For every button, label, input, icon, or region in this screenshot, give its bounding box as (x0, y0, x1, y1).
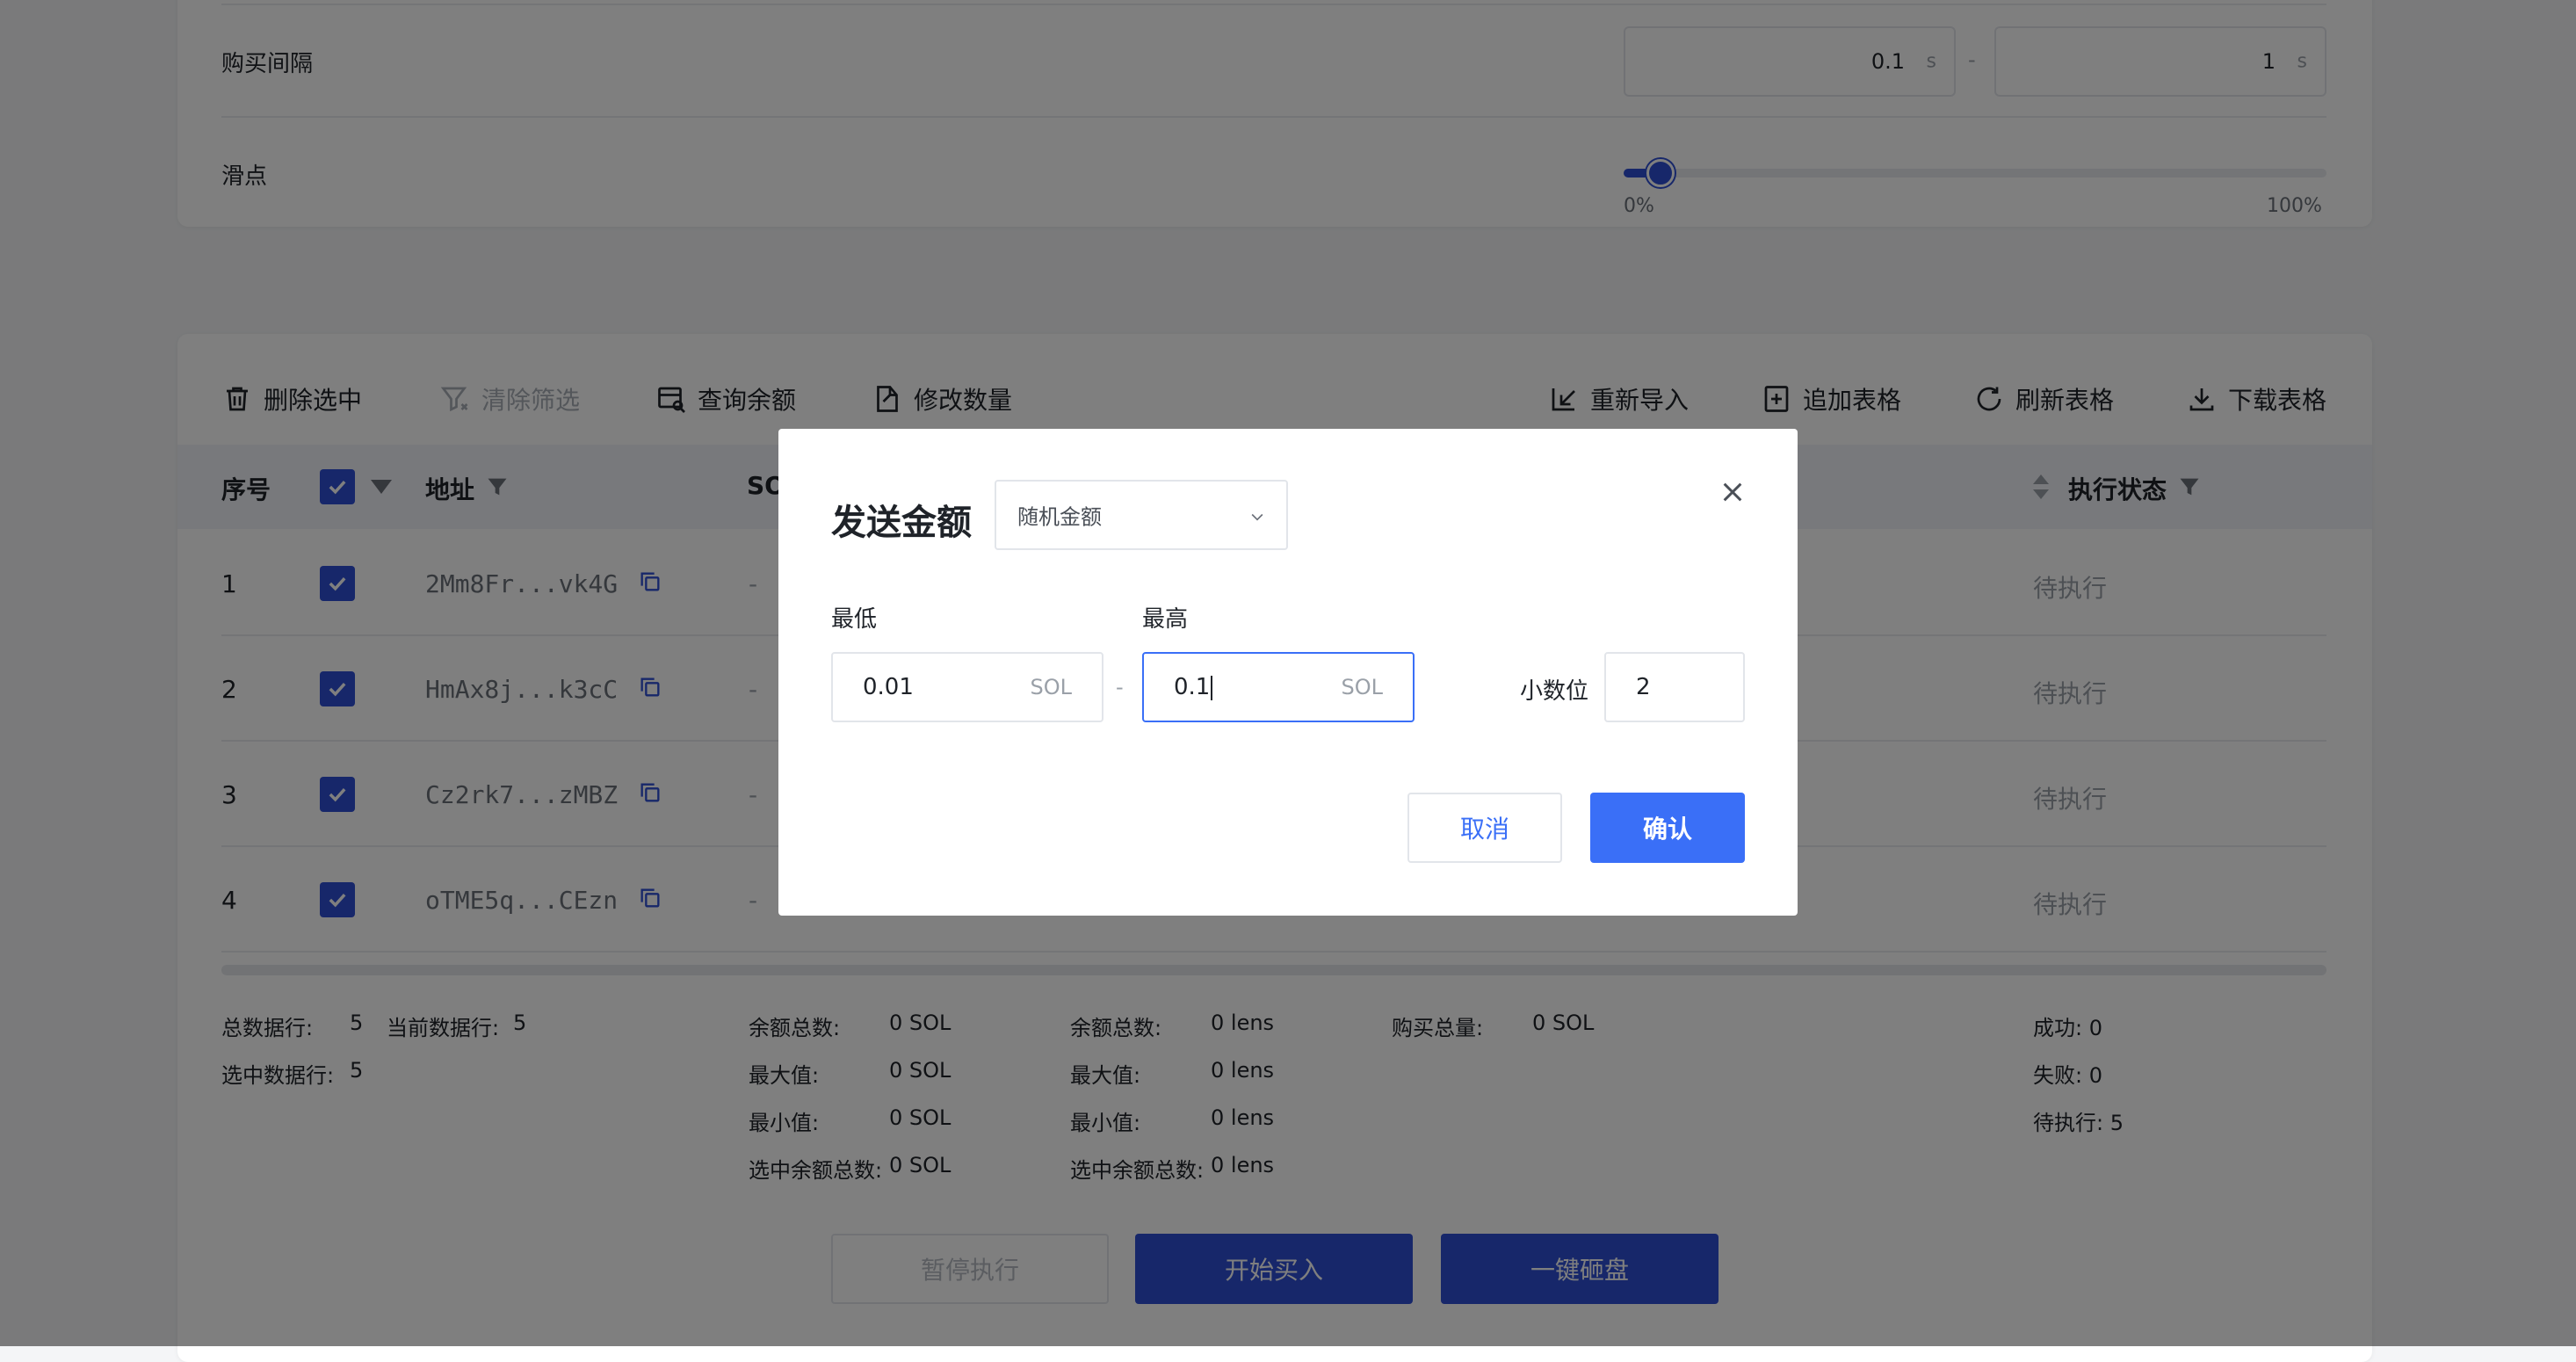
close-icon[interactable] (1719, 478, 1747, 506)
send-amount-dialog: 发送金额 随机金额 最低 最高 0.01 SOL - 0.1 SOL 小数位 2… (778, 429, 1798, 916)
min-label: 最低 (831, 606, 878, 633)
amount-mode-select[interactable]: 随机金额 (995, 480, 1288, 550)
amount-mode-value: 随机金额 (1017, 504, 1102, 530)
max-amount-value: 0.1 (1174, 674, 1213, 700)
range-dash: - (1116, 675, 1124, 699)
dialog-title: 发送金额 (831, 503, 972, 543)
decimals-input[interactable]: 2 (1604, 652, 1745, 722)
decimals-label: 小数位 (1520, 678, 1589, 705)
text-cursor (1211, 675, 1213, 700)
min-amount-unit: SOL (1030, 675, 1073, 699)
confirm-button[interactable]: 确认 (1590, 793, 1745, 863)
min-amount-input[interactable]: 0.01 SOL (831, 652, 1103, 722)
min-amount-value: 0.01 (863, 674, 914, 700)
max-amount-unit: SOL (1341, 675, 1384, 699)
cancel-button[interactable]: 取消 (1407, 793, 1562, 863)
decimals-value: 2 (1636, 674, 1651, 700)
max-amount-input[interactable]: 0.1 SOL (1142, 652, 1415, 722)
max-label: 最高 (1142, 606, 1189, 633)
chevron-down-icon (1251, 513, 1263, 521)
